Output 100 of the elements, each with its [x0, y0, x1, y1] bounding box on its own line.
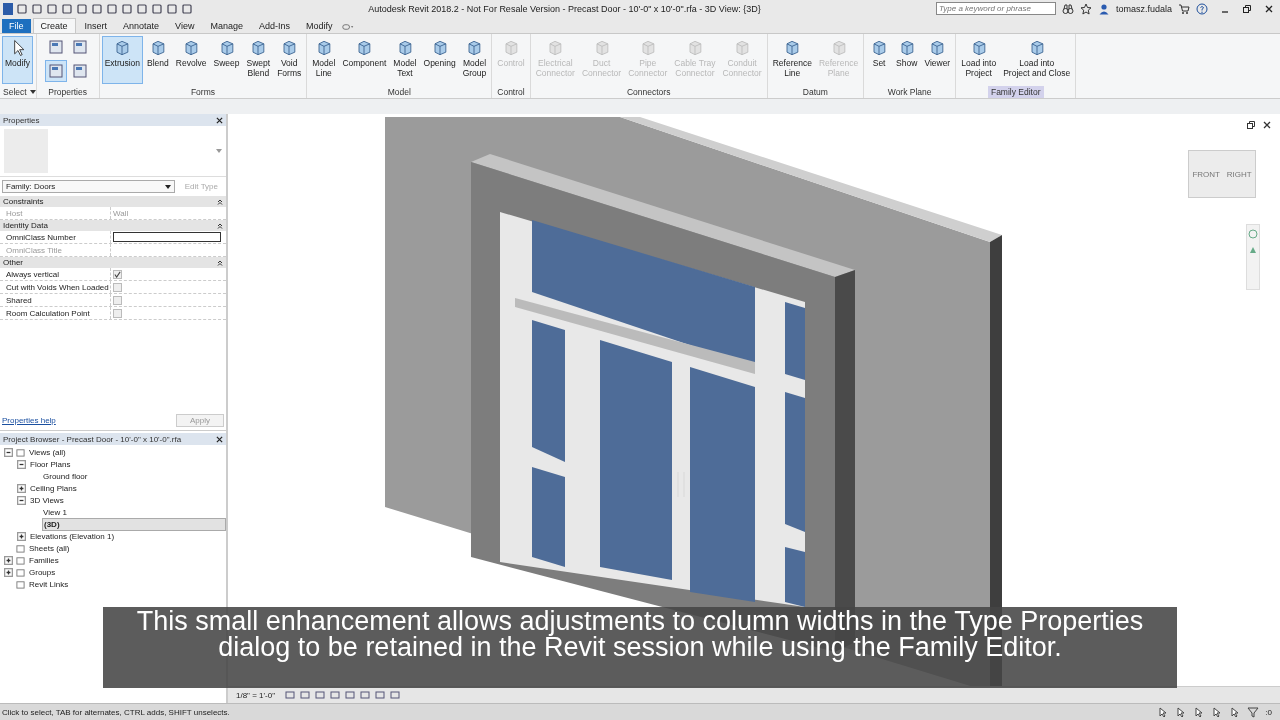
toolbar-icon[interactable] [76, 2, 88, 15]
ribbon-tab[interactable]: Add-Ins [251, 19, 297, 33]
tree-item[interactable]: Families [28, 555, 60, 565]
ribbon-button[interactable]: Opening [420, 36, 459, 84]
view-cube-face[interactable]: FRONT [1192, 169, 1220, 179]
restore-icon[interactable] [1246, 120, 1256, 130]
view-control-icon[interactable] [389, 689, 401, 701]
collapse-icon[interactable] [17, 459, 26, 469]
caret-icon[interactable] [164, 184, 171, 189]
cart-icon[interactable] [1178, 2, 1190, 15]
ribbon-tab[interactable]: View [168, 19, 202, 33]
collapse-icon[interactable] [17, 495, 26, 505]
view-control-icon[interactable] [299, 689, 311, 701]
collapse-chevron-icon[interactable] [217, 198, 223, 205]
help-link[interactable]: Properties help [2, 416, 56, 425]
ribbon-button[interactable]: Load into Project [958, 36, 1000, 84]
ribbon-tab[interactable]: Annotate [116, 19, 167, 33]
panel-label[interactable]: Forms [187, 86, 218, 98]
ribbon-tab[interactable]: Manage [203, 19, 250, 33]
tree-item[interactable]: Floor Plans [29, 459, 72, 469]
tree-item[interactable]: Views (all) [28, 447, 67, 457]
collapse-icon[interactable] [4, 447, 13, 457]
toolbar-icon[interactable] [46, 2, 58, 15]
close-icon[interactable] [216, 435, 223, 443]
ribbon-button[interactable]: Reference Line [769, 36, 815, 84]
tree-item[interactable]: Elevations (Elevation 1) [29, 531, 116, 541]
ribbon-button[interactable]: Model Text [390, 36, 420, 84]
view-control-icon[interactable] [359, 689, 371, 701]
star-icon[interactable] [1079, 2, 1092, 15]
expand-icon[interactable] [17, 531, 26, 541]
toolbar-icon[interactable] [136, 2, 148, 15]
ribbon-button[interactable]: Set [866, 36, 893, 84]
checkbox[interactable] [113, 282, 122, 292]
toolbar-icon[interactable] [61, 2, 73, 15]
panel-label[interactable]: Model [384, 86, 414, 98]
view-control-icon[interactable] [329, 689, 341, 701]
toolbar-icon[interactable] [16, 2, 28, 15]
panel-label[interactable]: Connectors [623, 86, 674, 98]
ribbon-button[interactable]: Model Line [309, 36, 339, 84]
ribbon-button[interactable]: Revolve [172, 36, 210, 84]
user-icon[interactable] [1097, 2, 1110, 15]
panel-label[interactable]: Datum [799, 86, 831, 98]
group-header[interactable]: Constraints [3, 197, 44, 206]
tree-item[interactable]: Revit Links [28, 579, 70, 589]
toolbar-icon[interactable] [106, 2, 118, 15]
tree-item[interactable]: Groups [28, 567, 57, 577]
filter-icon[interactable] [1247, 706, 1260, 718]
view-control-icon[interactable] [284, 689, 296, 701]
tree-item[interactable]: View 1 [42, 507, 68, 517]
toolbar-icon[interactable] [91, 2, 103, 15]
toolbar-icon[interactable] [121, 2, 133, 15]
toolbar-icon[interactable] [31, 2, 43, 15]
panel-label[interactable]: Properties [45, 86, 90, 98]
caret-icon[interactable] [29, 90, 36, 94]
close-icon[interactable] [1262, 120, 1272, 130]
tree-item[interactable]: Ceiling Plans [29, 483, 78, 493]
search-field[interactable]: Type a keyword or phrase [935, 2, 1056, 15]
ribbon-button[interactable]: Sweep [210, 36, 243, 84]
view-control-icon[interactable] [374, 689, 386, 701]
ribbon-tab[interactable]: Insert [77, 19, 115, 33]
ribbon-button[interactable]: Component [339, 36, 390, 84]
close-icon[interactable] [1264, 3, 1274, 14]
panel-label[interactable]: Work Plane [884, 86, 935, 98]
ribbon-button[interactable]: Blend [144, 36, 172, 84]
toolbar-icon[interactable] [151, 2, 163, 15]
collapse-chevron-icon[interactable] [217, 222, 223, 229]
checkbox[interactable] [113, 269, 122, 279]
tree-item[interactable]: (3D) [42, 517, 226, 531]
ribbon-button[interactable]: Show [893, 36, 921, 84]
panel-label[interactable]: Family Editor [987, 86, 1044, 98]
ribbon-button[interactable]: Load into Project and Close [1000, 36, 1074, 84]
view-scale[interactable]: 1/8" = 1'-0" [236, 690, 275, 700]
restore-icon[interactable] [1242, 3, 1252, 14]
toolbar-icon[interactable] [181, 2, 193, 15]
expand-icon[interactable] [4, 555, 13, 565]
ribbon-tab[interactable]: Modify [299, 19, 340, 33]
dropdown-icon[interactable] [341, 21, 354, 33]
tree-item[interactable]: Ground floor [42, 471, 89, 481]
view-cube-face[interactable]: RIGHT [1226, 169, 1252, 179]
user-name[interactable]: tomasz.fudala [1115, 3, 1172, 14]
app-logo-icon[interactable] [3, 2, 13, 15]
expand-icon[interactable] [4, 567, 13, 577]
ribbon-tab[interactable]: Create [32, 18, 76, 33]
binoculars-icon[interactable] [1061, 2, 1074, 15]
checkbox[interactable] [113, 308, 122, 318]
ribbon-tab[interactable]: File [2, 19, 31, 33]
ribbon-button[interactable]: Void Forms [274, 36, 305, 84]
collapse-chevron-icon[interactable] [217, 259, 223, 266]
type-selector[interactable]: Family: Doors [2, 180, 175, 193]
tree-item[interactable]: 3D Views [29, 495, 65, 505]
property-input-field[interactable] [113, 232, 221, 242]
ribbon-icon-button[interactable] [44, 60, 67, 82]
ribbon-button[interactable]: Swept Blend [243, 36, 274, 84]
group-header[interactable]: Identity Data [3, 221, 48, 230]
toolbar-icon[interactable] [166, 2, 178, 15]
view-control-icon[interactable] [344, 689, 356, 701]
panel-label[interactable]: Select [0, 86, 30, 98]
ribbon-button[interactable]: Extrusion [101, 36, 144, 84]
tree-item[interactable]: Sheets (all) [28, 543, 71, 553]
help-icon[interactable] [1196, 2, 1208, 15]
